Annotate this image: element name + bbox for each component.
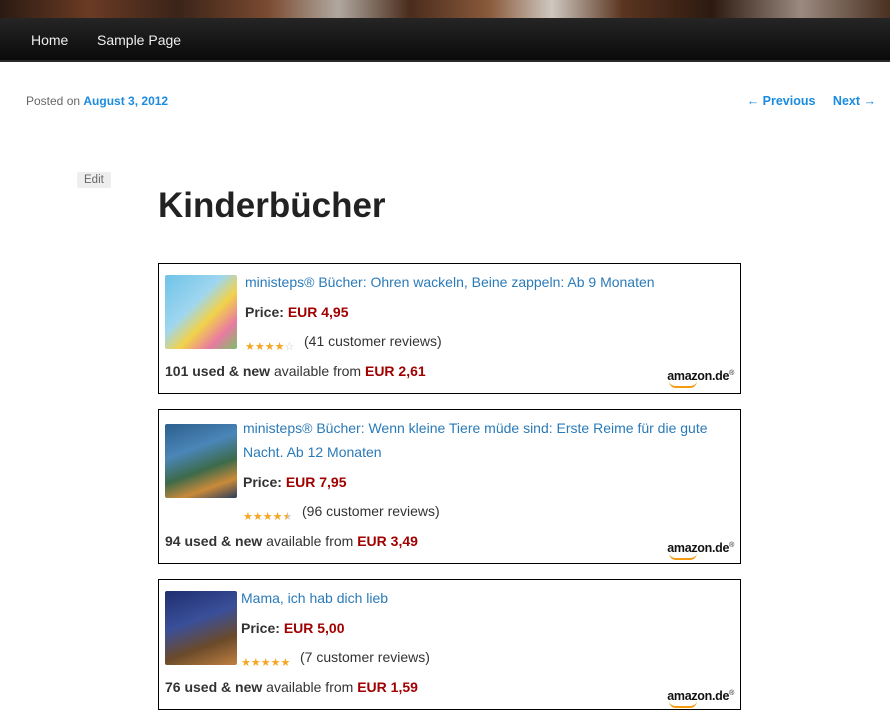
lowest-price: EUR 3,49 xyxy=(357,533,418,549)
customer-reviews-link[interactable]: (96 customer reviews) xyxy=(302,503,440,519)
price-label: Price: xyxy=(243,474,282,490)
used-new-count[interactable]: 101 used & new xyxy=(165,363,270,379)
amazon-logo-icon[interactable]: amazon.de® xyxy=(667,689,734,708)
availability-text: 94 used & new available from EUR 3,49 xyxy=(165,533,418,549)
header-banner-image xyxy=(0,0,890,18)
product-card-3: Mama, ich hab dich lieb Price: EUR 5,00 … xyxy=(158,579,741,710)
customer-reviews-link[interactable]: (41 customer reviews) xyxy=(304,333,442,349)
product-card-2: ministeps® Bücher: Wenn kleine Tiere müd… xyxy=(158,409,741,564)
used-new-count[interactable]: 76 used & new xyxy=(165,679,262,695)
star-rating-icon: ★★★★★ xyxy=(241,657,291,669)
product-title-link[interactable]: ministeps® Bücher: Ohren wackeln, Beine … xyxy=(245,270,655,294)
available-from-label: available from xyxy=(273,363,362,379)
book-cover-image[interactable] xyxy=(165,424,237,498)
price-label: Price: xyxy=(245,304,284,320)
price-value: EUR 4,95 xyxy=(287,304,349,320)
post-date-link[interactable]: August 3, 2012 xyxy=(83,94,168,108)
posted-on-label: Posted on xyxy=(26,94,81,108)
available-from-label: available from xyxy=(266,679,354,695)
title-line-1: ministeps® Bücher: Wenn kleine Tiere müd… xyxy=(243,420,708,436)
main-navigation: Home Sample Page xyxy=(0,18,890,62)
price-label: Price: xyxy=(241,620,280,636)
amazon-logo-icon[interactable]: amazon.de® xyxy=(667,369,734,388)
star-rating-icon: ★★★★☆ xyxy=(245,341,295,353)
lowest-price: EUR 1,59 xyxy=(357,679,418,695)
available-from-label: available from xyxy=(266,533,354,549)
star-rating-icon: ★★★★★ xyxy=(243,511,293,523)
availability-text: 101 used & new available from EUR 2,61 xyxy=(165,363,426,379)
nav-home-link[interactable]: Home xyxy=(31,32,68,48)
product-card-1: ministeps® Bücher: Ohren wackeln, Beine … xyxy=(158,263,741,394)
edit-post-link[interactable]: Edit xyxy=(77,172,111,188)
book-cover-image[interactable] xyxy=(165,275,237,349)
next-post-link[interactable]: Next → xyxy=(833,94,876,108)
title-line-2: Nacht. Ab 12 Monaten xyxy=(243,444,382,460)
lowest-price: EUR 2,61 xyxy=(364,363,426,379)
nav-sample-page-link[interactable]: Sample Page xyxy=(97,32,181,48)
amazon-logo-icon[interactable]: amazon.de® xyxy=(667,541,734,560)
price-value: EUR 5,00 xyxy=(283,620,345,636)
post-meta: Posted on August 3, 2012 xyxy=(26,94,168,108)
price-row: Price: EUR 5,00 xyxy=(241,620,345,636)
post-navigation: ← Previous Next → xyxy=(733,94,876,108)
previous-post-link[interactable]: ← Previous xyxy=(747,94,816,108)
product-title-link[interactable]: Mama, ich hab dich lieb xyxy=(241,586,388,610)
availability-text: 76 used & new available from EUR 1,59 xyxy=(165,679,418,695)
price-row: Price: EUR 4,95 xyxy=(245,304,349,320)
page-title: Kinderbücher xyxy=(158,186,386,225)
price-row: Price: EUR 7,95 xyxy=(243,474,347,490)
customer-reviews-link[interactable]: (7 customer reviews) xyxy=(300,649,430,665)
used-new-count[interactable]: 94 used & new xyxy=(165,533,262,549)
product-title-link[interactable]: ministeps® Bücher: Wenn kleine Tiere müd… xyxy=(243,416,733,464)
price-value: EUR 7,95 xyxy=(285,474,347,490)
book-cover-image[interactable] xyxy=(165,591,237,665)
